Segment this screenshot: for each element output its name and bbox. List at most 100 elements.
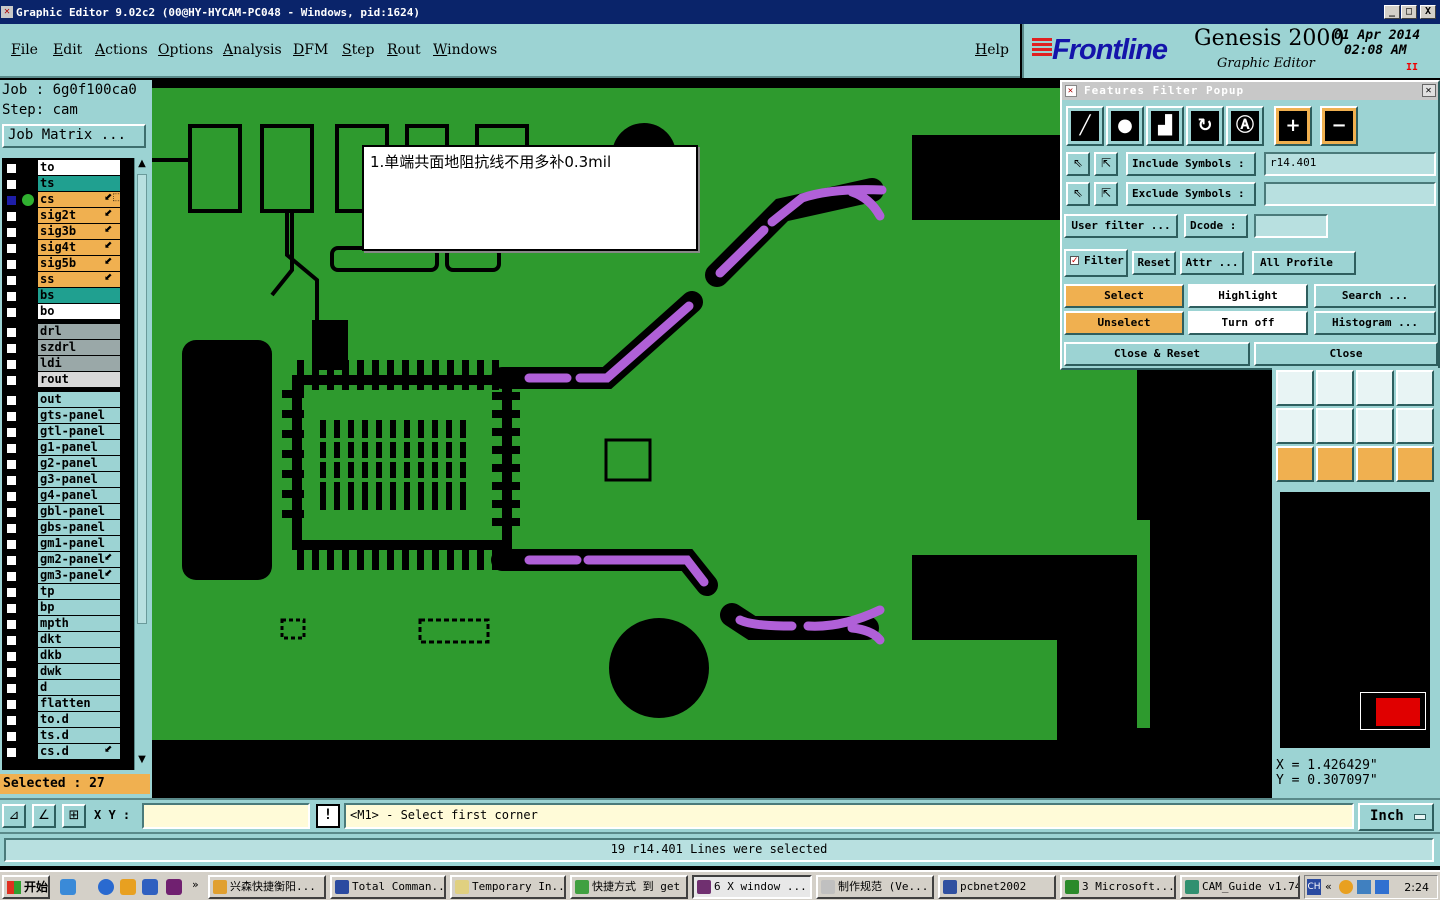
layer-row[interactable]: cs ⬋⬚ <box>2 192 134 208</box>
layer-checkbox[interactable] <box>6 179 17 190</box>
layer-checkbox[interactable] <box>6 411 17 422</box>
layer-checkbox[interactable] <box>6 699 17 710</box>
minimize-button[interactable]: _ <box>1384 5 1400 19</box>
snap-icon[interactable] <box>1276 370 1314 406</box>
ime-indicator[interactable]: CH <box>1307 879 1321 895</box>
layer-checkbox[interactable] <box>6 195 17 206</box>
measure-angle-icon[interactable]: ∠ <box>32 804 56 828</box>
x-icon[interactable] <box>166 879 182 895</box>
highlight-button[interactable]: Highlight <box>1188 284 1308 308</box>
layer-checkbox[interactable] <box>6 395 17 406</box>
layer-row[interactable]: ss ⬋ <box>2 272 134 288</box>
overview-map[interactable] <box>1272 488 1440 754</box>
layer-checkbox[interactable] <box>6 651 17 662</box>
select-button[interactable]: Select <box>1064 284 1184 308</box>
menu-dfm[interactable]: DFM <box>293 42 328 58</box>
layer-checkbox[interactable] <box>6 715 17 726</box>
line-type-button[interactable]: ╱ <box>1066 106 1104 146</box>
exclude-clear-icon[interactable]: ⇱ <box>1094 182 1118 206</box>
text-type-button[interactable]: Ⓐ <box>1226 106 1264 146</box>
layer-row[interactable]: gts-panel <box>2 408 134 424</box>
layer-checkbox[interactable] <box>6 327 17 338</box>
zoom-area-icon[interactable]: ⊿ <box>2 804 26 828</box>
triangle-frame-icon[interactable] <box>1356 408 1394 444</box>
clock-icon[interactable] <box>120 879 136 895</box>
close-reset-button[interactable]: Close & Reset <box>1064 342 1250 366</box>
user-filter-button[interactable]: User filter ... <box>1064 214 1178 238</box>
layer-checkbox[interactable] <box>6 291 17 302</box>
turn-off-button[interactable]: Turn off <box>1188 311 1308 335</box>
zoom-fit-icon[interactable] <box>1356 370 1394 406</box>
filter-checkbox[interactable]: ✓ <box>1070 256 1079 266</box>
pointer-icon[interactable] <box>1276 446 1314 482</box>
select-poly-icon[interactable] <box>1356 446 1394 482</box>
layer-row[interactable]: g1-panel <box>2 440 134 456</box>
layer-row[interactable]: gtl-panel <box>2 424 134 440</box>
menu-rout[interactable]: Rout <box>387 42 421 58</box>
layer-checkbox[interactable] <box>6 539 17 550</box>
layer-row[interactable]: to <box>2 160 134 176</box>
include-symbols-input[interactable]: r14.401 <box>1264 152 1436 176</box>
layer-checkbox[interactable] <box>6 443 17 454</box>
menu-step[interactable]: Step <box>342 42 374 58</box>
triangle-tool-icon[interactable] <box>1276 408 1314 444</box>
quicklaunch-butterfly-icon[interactable] <box>60 879 76 895</box>
tray-clock-icon[interactable] <box>1339 880 1353 894</box>
layer-row[interactable]: gm3-panel ⬋ <box>2 568 134 584</box>
negative-polarity-button[interactable]: − <box>1320 106 1358 146</box>
tray-chevron-icon[interactable]: « <box>1325 880 1332 893</box>
include-clear-icon[interactable]: ⇱ <box>1094 152 1118 176</box>
layer-checkbox[interactable] <box>6 635 17 646</box>
task-7[interactable]: 3 Microsoft... <box>1060 875 1176 899</box>
task-4[interactable]: 6 X window ... <box>692 875 812 899</box>
menu-edit[interactable]: Edit <box>53 42 82 58</box>
surface-type-button[interactable]: ▟ <box>1146 106 1184 146</box>
positive-polarity-button[interactable]: + <box>1274 106 1312 146</box>
reset-button[interactable]: Reset <box>1132 251 1176 275</box>
layer-checkbox[interactable] <box>6 555 17 566</box>
layer-row[interactable]: g4-panel <box>2 488 134 504</box>
menu-help[interactable]: Help <box>975 42 1009 58</box>
layer-checkbox[interactable] <box>6 307 17 318</box>
task-5[interactable]: 制作规范 (Ve... <box>816 875 934 899</box>
task-1[interactable]: Total Comman... <box>330 875 446 899</box>
layer-checkbox[interactable] <box>6 523 17 534</box>
layer-checkbox[interactable] <box>6 359 17 370</box>
triangle-wave-icon[interactable] <box>1396 408 1434 444</box>
task-3[interactable]: 快捷方式 到 get <box>570 875 688 899</box>
layer-row[interactable]: gm2-panel ⬋ <box>2 552 134 568</box>
route-icon[interactable] <box>1396 446 1434 482</box>
ie-icon[interactable] <box>98 879 114 895</box>
task-2[interactable]: Temporary In... <box>450 875 566 899</box>
task-0[interactable]: 兴森快捷衡阳... <box>208 875 326 899</box>
layer-row[interactable]: sig2t ⬋ <box>2 208 134 224</box>
units-select[interactable]: Inch <box>1358 803 1434 831</box>
grid-icon[interactable]: ⊞ <box>62 804 86 828</box>
layer-checkbox[interactable] <box>6 491 17 502</box>
dcode-input[interactable] <box>1254 214 1328 238</box>
close-popup-button[interactable]: Close <box>1254 342 1438 366</box>
menu-actions[interactable]: Actions <box>95 42 148 58</box>
scroll-thumb[interactable] <box>137 174 147 624</box>
layers-icon[interactable] <box>1396 370 1434 406</box>
layer-row[interactable]: g2-panel <box>2 456 134 472</box>
layer-row[interactable]: drl <box>2 324 134 340</box>
layer-checkbox[interactable] <box>6 375 17 386</box>
layer-checkbox[interactable] <box>6 243 17 254</box>
layer-row[interactable]: ts <box>2 176 134 192</box>
alert-icon[interactable]: ! <box>316 804 340 828</box>
exclude-symbols-input[interactable] <box>1264 182 1436 206</box>
layer-row[interactable]: dkt <box>2 632 134 648</box>
layer-checkbox[interactable] <box>6 211 17 222</box>
triangle-arrow-icon[interactable] <box>1316 408 1354 444</box>
layer-checkbox[interactable] <box>6 507 17 518</box>
pause-icon[interactable]: II <box>1406 62 1418 73</box>
popup-close-icon[interactable]: ✕ <box>1422 84 1436 97</box>
profile-select[interactable]: All Profile <box>1252 251 1356 275</box>
layer-row[interactable]: rout <box>2 372 134 388</box>
unselect-button[interactable]: Unselect <box>1064 311 1184 335</box>
layer-row[interactable]: gbs-panel <box>2 520 134 536</box>
layer-checkbox[interactable] <box>6 571 17 582</box>
layer-checkbox[interactable] <box>6 683 17 694</box>
layer-row[interactable]: tp <box>2 584 134 600</box>
